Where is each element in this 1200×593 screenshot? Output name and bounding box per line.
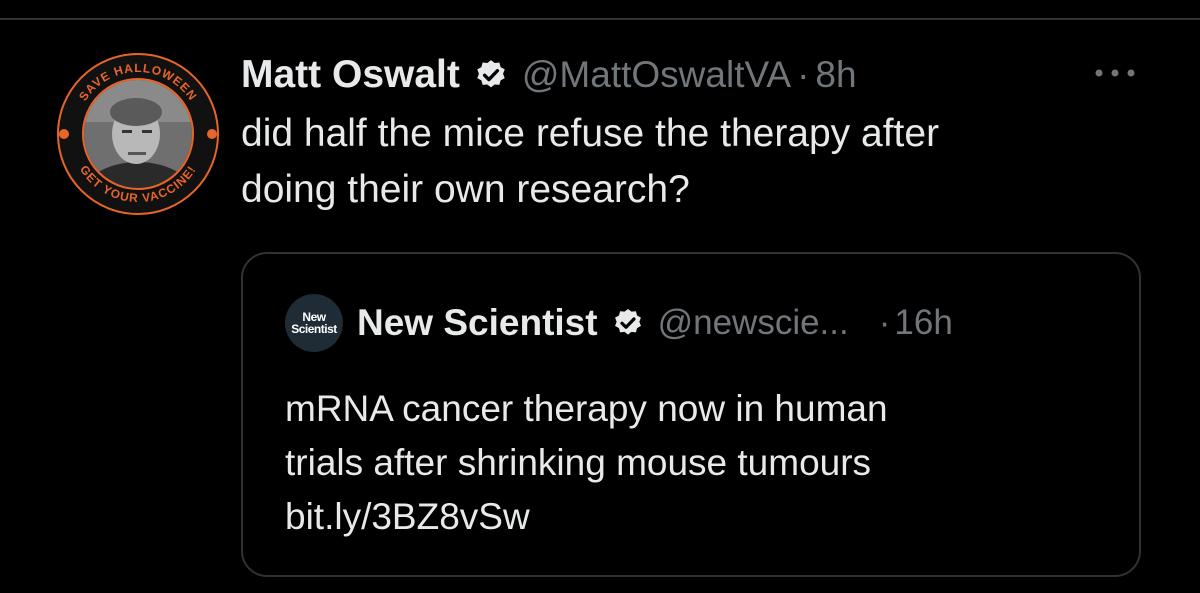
separator: · xyxy=(878,303,891,342)
tweet-text-line: doing their own research? xyxy=(241,168,690,211)
quote-author-name[interactable]: New Scientist xyxy=(357,302,598,344)
quote-link[interactable]: bit.ly/3BZ8vSw xyxy=(285,490,1105,544)
verified-badge-icon xyxy=(477,60,505,88)
author-name[interactable]: Matt Oswalt xyxy=(241,53,460,97)
quote-author-handle[interactable]: @newscie... xyxy=(658,303,849,343)
quote-text-line: mRNA cancer therapy now in human xyxy=(285,388,888,429)
quote-header: New Scientist New Scientist @newscie... … xyxy=(285,294,953,352)
timestamp[interactable]: 8h xyxy=(815,54,856,96)
logo-text: Scientist xyxy=(291,322,337,336)
quote-timestamp[interactable]: 16h xyxy=(894,303,952,343)
new-scientist-logo[interactable]: New Scientist xyxy=(285,294,343,352)
quote-text: mRNA cancer therapy now in human trials … xyxy=(285,382,1105,544)
tweet-text-line: did half the mice refuse the therapy aft… xyxy=(241,112,940,155)
top-divider xyxy=(0,18,1200,20)
author-handle[interactable]: @MattOswaltVA xyxy=(522,54,791,96)
tweet-header: Matt Oswalt @MattOswaltVA · 8h xyxy=(241,52,857,98)
tweet-text: did half the mice refuse the therapy aft… xyxy=(241,106,1141,218)
more-options-icon[interactable] xyxy=(1090,62,1140,84)
separator: · xyxy=(797,54,810,95)
verified-badge-icon xyxy=(614,309,641,335)
quoted-tweet-card[interactable]: New Scientist New Scientist @newscie... … xyxy=(241,252,1141,577)
quote-text-line: trials after shrinking mouse tumours xyxy=(285,442,872,483)
avatar[interactable]: SAVE HALLOWEEN GET YOUR VACCINE! xyxy=(56,52,220,216)
